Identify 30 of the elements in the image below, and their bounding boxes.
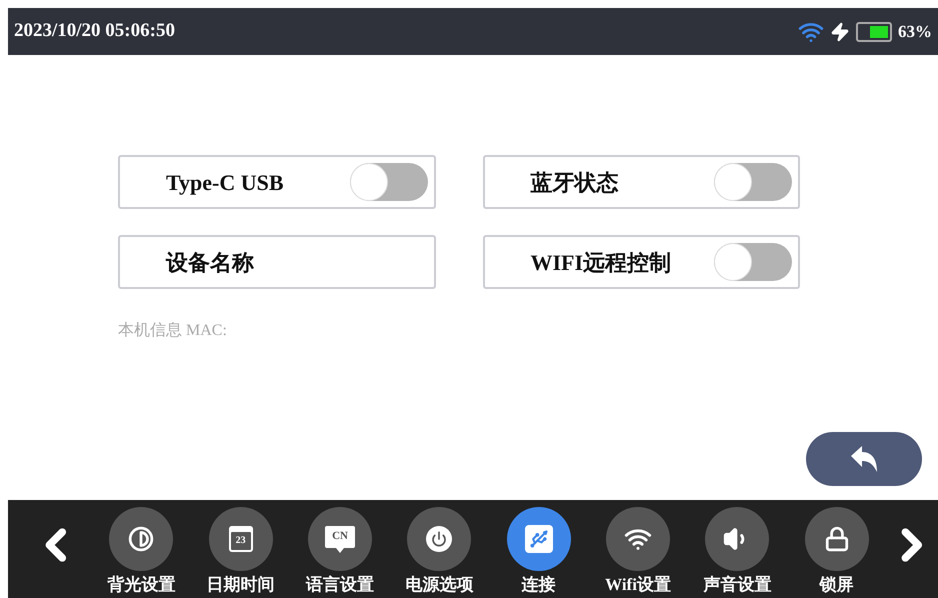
date-time: 2023/10/20 05:06:50 — [14, 19, 175, 44]
toggle-switch[interactable] — [714, 243, 792, 281]
back-button[interactable] — [806, 432, 922, 486]
battery-percent: 63% — [898, 20, 932, 43]
nav-item[interactable]: Wifi设置 — [588, 507, 688, 595]
setting-card[interactable]: 设备名称 — [118, 235, 436, 289]
power-icon — [426, 526, 452, 552]
usb-icon — [524, 525, 553, 553]
calendar-icon: 23 — [228, 526, 253, 552]
setting-label: 设备名称 — [166, 248, 254, 276]
setting-label: Type-C USB — [166, 168, 284, 197]
setting-card[interactable]: WIFI远程控制 — [482, 235, 800, 289]
mac-info: 本机信息 MAC: — [118, 320, 228, 341]
toggle-switch[interactable] — [350, 163, 428, 201]
reply-arrow-icon — [849, 445, 879, 473]
nav-item[interactable]: 23 日期时间 — [191, 507, 290, 595]
battery-icon — [856, 22, 892, 42]
nav-item[interactable]: 电源选项 — [390, 507, 490, 595]
nav-item[interactable]: 锁屏 — [787, 507, 886, 595]
contrast-icon — [128, 526, 154, 552]
setting-card[interactable]: Type-C USB — [118, 155, 436, 209]
toggle-switch[interactable] — [714, 163, 792, 201]
setting-card[interactable]: 蓝牙状态 — [482, 155, 800, 209]
nav-item[interactable]: 连接 — [489, 507, 588, 595]
lock-icon — [824, 526, 850, 552]
nav-item[interactable]: CN 语言设置 — [290, 507, 390, 595]
nav-item[interactable]: 背光设置 — [92, 507, 191, 595]
setting-label: 蓝牙状态 — [530, 168, 618, 196]
nav-item[interactable]: 声音设置 — [688, 507, 788, 595]
setting-label: WIFI远程控制 — [530, 248, 672, 276]
